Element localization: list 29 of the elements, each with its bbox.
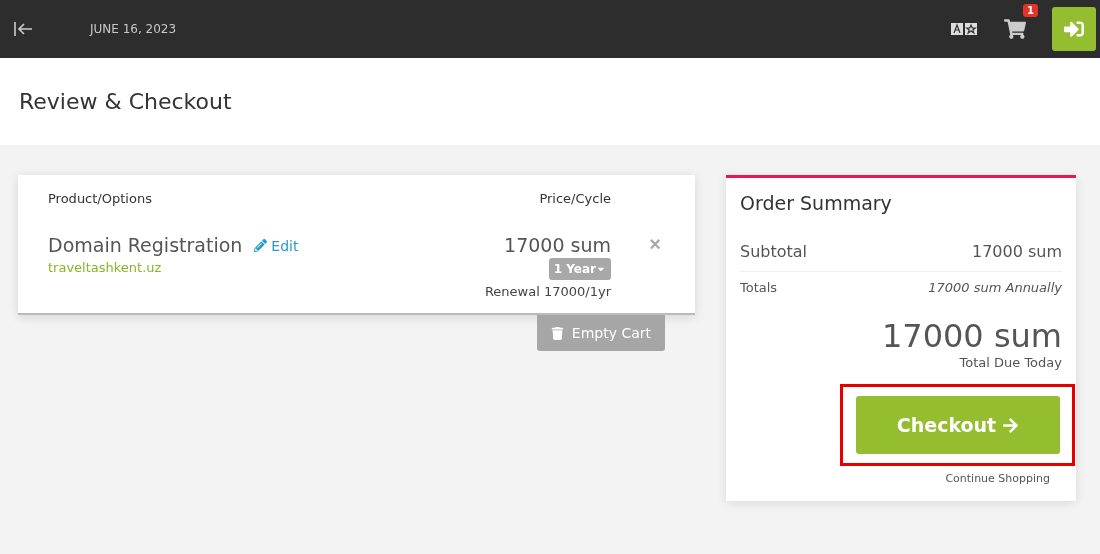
item-price: 17000 sum [504, 234, 611, 256]
sign-in-icon [1064, 19, 1084, 39]
trash-icon [550, 326, 564, 340]
summary-title: Order Summary [740, 192, 892, 214]
column-header: Product/Options [48, 191, 153, 206]
cart-icon[interactable] [1004, 18, 1026, 40]
product-name: Domain Registration [48, 234, 243, 256]
total-due-label: Total Due Today [959, 355, 1062, 370]
checkout-button[interactable]: Checkout [856, 396, 1060, 454]
subtotal-value: 17000 sum [971, 242, 1062, 261]
renewal-text: Renewal 17000/1yr [484, 284, 611, 299]
totals-label: Totals [740, 280, 778, 295]
totals-value: 17000 sum Annually [928, 280, 1062, 295]
translate-icon[interactable] [951, 23, 978, 35]
edit-link[interactable]: Edit [254, 237, 299, 254]
pencil-icon [254, 239, 268, 252]
continue-shopping-link[interactable]: Continue Shopping [945, 472, 1050, 485]
total-due-amount: 17000 sum [881, 317, 1062, 355]
remove-button[interactable]: × [645, 234, 665, 254]
billing-cycle-dropdown[interactable]: 1 Year [548, 258, 611, 280]
date-text: JUNE 16, 2023 [90, 22, 177, 36]
domain-name: traveltashkent.uz [48, 260, 163, 275]
subtotal-label: Subtotal [740, 242, 808, 261]
page-title: Review & Checkout [19, 89, 232, 114]
cart-count-badge: 1 [1023, 4, 1038, 17]
arrow-right-icon [1002, 416, 1020, 434]
collapse-icon[interactable] [14, 21, 34, 37]
empty-cart-button[interactable]: Empty Cart [536, 315, 665, 351]
column-header: Price/Cycle [539, 191, 611, 206]
